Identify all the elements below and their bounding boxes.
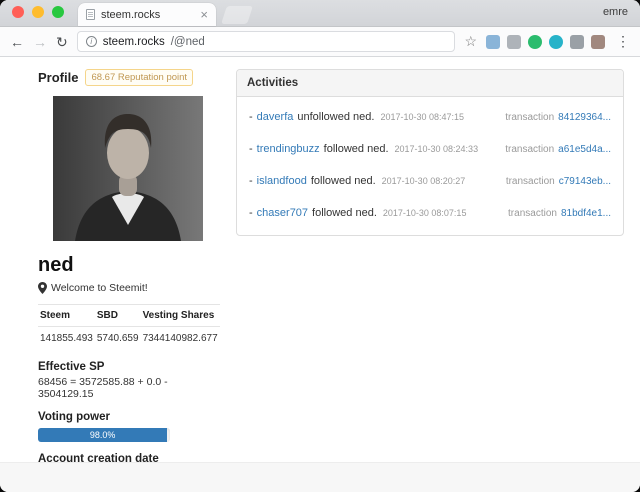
- balances-header-vesting: Vesting Shares: [140, 304, 220, 327]
- close-tab-icon[interactable]: ×: [200, 8, 208, 21]
- activity-timestamp: 2017-10-30 08:20:27: [381, 176, 466, 186]
- list-item: - chaser707 followed ned. 2017-10-30 08:…: [247, 197, 613, 229]
- transaction-group: transaction a61e5d4a...: [505, 144, 611, 155]
- zoom-window-button[interactable]: [52, 6, 64, 18]
- extension-icons: [486, 34, 605, 49]
- activity-timestamp: 2017-10-30 08:07:15: [382, 208, 467, 218]
- browser-profile-name[interactable]: emre: [603, 6, 628, 18]
- close-window-button[interactable]: [12, 6, 24, 18]
- list-item: - islandfood followed ned. 2017-10-30 08…: [247, 165, 613, 197]
- voting-power-fill: 98.0%: [38, 428, 168, 442]
- reputation-badge: 68.67 Reputation point: [85, 69, 194, 86]
- tab-title: steem.rocks: [101, 8, 161, 21]
- account-username: ned: [38, 254, 74, 276]
- profile-header: Profile 68.67 Reputation point: [38, 69, 218, 86]
- activity-action: followed ned.: [312, 207, 377, 219]
- location-row: Welcome to Steemit!: [38, 282, 218, 294]
- transaction-group: transaction 81bdf4e1...: [508, 208, 611, 219]
- url-host: steem.rocks: [102, 35, 165, 48]
- browser-tab[interactable]: steem.rocks ×: [78, 3, 216, 26]
- transaction-label: transaction: [505, 176, 555, 187]
- screenshot-extension-icon[interactable]: [486, 34, 500, 49]
- transaction-label: transaction: [505, 144, 555, 155]
- location-text: Welcome to Steemit!: [51, 282, 148, 294]
- transaction-label: transaction: [505, 112, 555, 123]
- activity-user-link[interactable]: chaser707: [257, 207, 308, 219]
- reader-extension-icon[interactable]: [591, 34, 605, 49]
- transaction-link[interactable]: a61e5d4a...: [558, 144, 611, 155]
- sbd-balance: 5740.659: [96, 333, 139, 344]
- table-row: 141855.493 5740.659 7344140982.677: [38, 327, 220, 351]
- page-favicon: [86, 9, 95, 20]
- bookmark-star-icon[interactable]: ☆: [464, 33, 477, 50]
- activity-action: followed ned.: [310, 175, 376, 187]
- activities-title: Activities: [237, 70, 623, 97]
- activities-list: - daverfa unfollowed ned. 2017-10-30 08:…: [237, 97, 623, 235]
- url-path: /@ned: [170, 35, 205, 48]
- page-content: Profile 68.67 Reputation point ned Welco…: [0, 57, 640, 462]
- steem-balance: 141855.493: [40, 333, 93, 344]
- activity-timestamp: 2017-10-30 08:24:33: [394, 144, 479, 154]
- new-tab-button[interactable]: [221, 6, 253, 24]
- activity-action: followed ned.: [323, 143, 389, 155]
- transaction-group: transaction c79143eb...: [506, 176, 611, 187]
- list-item: - trendingbuzz followed ned. 2017-10-30 …: [247, 133, 613, 165]
- profile-panel: Profile 68.67 Reputation point ned Welco…: [38, 69, 220, 462]
- address-bar[interactable]: i steem.rocks /@ned: [76, 31, 456, 52]
- reload-icon[interactable]: ↻: [56, 35, 68, 49]
- activities-card: Activities - daverfa unfollowed ned. 201…: [236, 69, 624, 236]
- location-pin-icon: [38, 282, 47, 294]
- page-footer: [0, 462, 640, 492]
- voting-power-label: Voting power: [38, 411, 110, 423]
- voting-power-bar: 98.0%: [38, 428, 170, 442]
- transaction-label: transaction: [508, 208, 557, 219]
- notes-extension-icon[interactable]: [507, 34, 521, 49]
- tab-bar: steem.rocks × emre: [0, 0, 640, 27]
- transaction-link[interactable]: 81bdf4e1...: [561, 208, 611, 219]
- activity-timestamp: 2017-10-30 08:47:15: [380, 112, 465, 122]
- balances-table: Steem SBD Vesting Shares 141855.493 5740…: [38, 304, 220, 350]
- vesting-shares-balance: 7344140982.677: [142, 333, 218, 344]
- bullet: -: [249, 143, 253, 155]
- effective-sp-label: Effective SP: [38, 361, 105, 373]
- profile-photo: [53, 96, 203, 241]
- profile-title: Profile: [38, 70, 79, 85]
- balances-header-sbd: SBD: [94, 304, 141, 327]
- transaction-link[interactable]: 84129364...: [558, 112, 611, 123]
- bullet: -: [249, 111, 253, 123]
- transaction-group: transaction 84129364...: [505, 112, 611, 123]
- site-info-icon[interactable]: i: [85, 36, 97, 47]
- activity-user-link[interactable]: trendingbuzz: [257, 143, 320, 155]
- activities-panel: Activities - daverfa unfollowed ned. 201…: [236, 69, 624, 462]
- effective-sp-value: 68456 = 3572585.88 + 0.0 - 3504129.15: [38, 376, 168, 400]
- transaction-link[interactable]: c79143eb...: [559, 176, 611, 187]
- color-picker-extension-icon[interactable]: [549, 34, 563, 49]
- wifi-extension-icon[interactable]: [570, 34, 584, 49]
- grammarly-extension-icon[interactable]: [528, 34, 542, 49]
- minimize-window-button[interactable]: [32, 6, 44, 18]
- balances-header-steem: Steem: [38, 304, 95, 327]
- activity-action: unfollowed ned.: [297, 111, 375, 123]
- activity-user-link[interactable]: islandfood: [257, 175, 307, 187]
- back-icon[interactable]: ←: [10, 35, 24, 49]
- traffic-lights: [0, 6, 78, 26]
- forward-icon[interactable]: →: [33, 35, 47, 49]
- list-item: - daverfa unfollowed ned. 2017-10-30 08:…: [247, 101, 613, 133]
- bullet: -: [249, 207, 253, 219]
- bullet: -: [249, 175, 253, 187]
- account-creation-label: Account creation date: [38, 453, 159, 462]
- browser-toolbar: ← → ↻ i steem.rocks /@ned ☆ ⋮: [0, 27, 640, 57]
- browser-window: steem.rocks × emre ← → ↻ i steem.rocks /@…: [0, 0, 640, 492]
- browser-menu-icon[interactable]: ⋮: [614, 33, 630, 50]
- activity-user-link[interactable]: daverfa: [257, 111, 294, 123]
